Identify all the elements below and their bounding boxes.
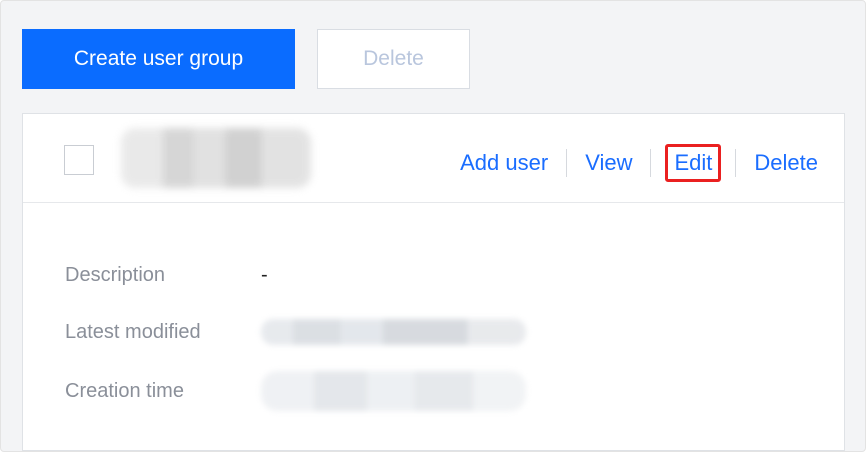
latest-modified-label: Latest modified [65,320,201,343]
select-checkbox[interactable] [64,145,94,175]
user-group-card: Add user View Edit Delete Description - … [22,113,845,451]
user-group-panel: Create user group Delete Add user View E… [0,0,866,452]
create-user-group-button[interactable]: Create user group [22,29,295,89]
view-link[interactable]: View [581,150,636,176]
toolbar: Create user group Delete [22,29,470,89]
latest-modified-row: Latest modified [65,317,526,347]
latest-modified-value-redacted [261,319,526,345]
description-row: Description - [65,260,268,290]
description-value: - [261,263,268,286]
description-label: Description [65,263,166,286]
divider [566,149,568,177]
creation-time-label: Creation time [65,379,184,402]
add-user-link[interactable]: Add user [456,150,552,176]
delete-link[interactable]: Delete [750,150,822,176]
divider [650,149,652,177]
card-header: Add user View Edit Delete [23,114,844,203]
row-actions: Add user View Edit Delete [456,144,822,182]
edit-link[interactable]: Edit [674,150,712,175]
creation-time-value-redacted [261,371,526,411]
divider [735,149,737,177]
delete-selected-button[interactable]: Delete [317,29,470,89]
group-name-redacted [121,128,311,188]
creation-time-row: Creation time [65,371,526,411]
edit-highlight-box: Edit [665,144,722,182]
